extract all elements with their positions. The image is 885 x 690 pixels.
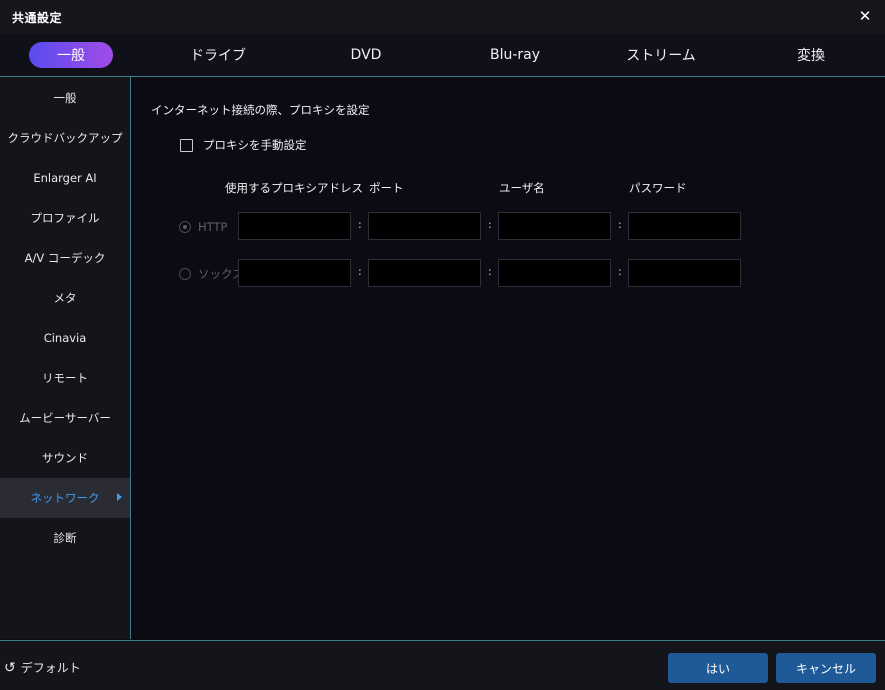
close-icon[interactable]: ✕	[855, 6, 875, 26]
manual-proxy-label: プロキシを手動設定	[203, 138, 307, 152]
column-header-port: ポート	[369, 181, 404, 195]
title-bar: 共通設定 ✕	[0, 0, 885, 34]
sidebar-item-label: クラウドバックアップ	[7, 131, 123, 145]
column-header-address: 使用するプロキシアドレス	[225, 181, 363, 195]
sidebar-item-label: メタ	[53, 291, 77, 305]
sidebar-item-cinavia[interactable]: Cinavia	[0, 318, 130, 358]
footer: ↺ デフォルト はい キャンセル	[0, 640, 885, 690]
sidebar: 一般 クラウドバックアップ Enlarger AI プロファイル A/V コーデ…	[0, 77, 131, 639]
tab-stream[interactable]: ストリーム	[616, 42, 706, 68]
ok-button[interactable]: はい	[668, 653, 768, 683]
http-address-input[interactable]	[238, 212, 351, 240]
socks-label: ソックス	[198, 267, 244, 281]
http-radio[interactable]	[179, 221, 191, 233]
tab-convert[interactable]: 変換	[771, 42, 851, 68]
tab-general[interactable]: 一般	[29, 42, 113, 68]
proxy-row-http[interactable]: HTTP	[179, 220, 227, 234]
manual-proxy-checkbox[interactable]	[180, 138, 193, 152]
sidebar-item-label: プロファイル	[30, 211, 100, 225]
socks-radio[interactable]	[179, 268, 191, 280]
network-settings-panel: インターネット接続の際、プロキシを設定 プロキシを手動設定 使用するプロキシアド…	[131, 77, 885, 639]
top-tabs: 一般 ドライブ DVD Blu-ray ストリーム 変換	[0, 34, 885, 77]
tab-dvd[interactable]: DVD	[326, 42, 406, 68]
tab-drive[interactable]: ドライブ	[178, 42, 258, 68]
chevron-right-icon	[117, 493, 122, 501]
socks-username-input[interactable]	[498, 259, 611, 287]
separator: :	[358, 218, 362, 231]
sidebar-item-label: サウンド	[42, 451, 88, 465]
window-title: 共通設定	[12, 10, 63, 25]
sidebar-item-label: 一般	[53, 91, 77, 105]
socks-address-input[interactable]	[238, 259, 351, 287]
http-password-input[interactable]	[628, 212, 741, 240]
proxy-row-socks[interactable]: ソックス	[179, 266, 244, 282]
column-header-username: ユーザ名	[499, 181, 545, 195]
reset-icon: ↺	[4, 659, 16, 676]
sidebar-item-label: 診断	[53, 531, 77, 545]
column-header-password: パスワード	[629, 181, 687, 195]
sidebar-item-sound[interactable]: サウンド	[0, 438, 130, 478]
http-port-input[interactable]	[368, 212, 481, 240]
separator: :	[358, 265, 362, 278]
sidebar-item-general[interactable]: 一般	[0, 78, 130, 118]
separator: :	[488, 218, 492, 231]
socks-port-input[interactable]	[368, 259, 481, 287]
section-heading: インターネット接続の際、プロキシを設定	[151, 103, 370, 117]
sidebar-item-meta[interactable]: メタ	[0, 278, 130, 318]
sidebar-item-label: Enlarger AI	[33, 171, 97, 185]
sidebar-item-label: ムービーサーバー	[19, 411, 111, 425]
default-label: デフォルト	[20, 661, 81, 675]
sidebar-item-cloud-backup[interactable]: クラウドバックアップ	[0, 118, 130, 158]
sidebar-item-profile[interactable]: プロファイル	[0, 198, 130, 238]
sidebar-item-enlarger-ai[interactable]: Enlarger AI	[0, 158, 130, 198]
socks-password-input[interactable]	[628, 259, 741, 287]
sidebar-item-label: リモート	[42, 371, 88, 385]
sidebar-item-label: ネットワーク	[30, 491, 100, 505]
sidebar-item-label: A/V コーデック	[24, 251, 106, 265]
sidebar-item-movie-server[interactable]: ムービーサーバー	[0, 398, 130, 438]
http-username-input[interactable]	[498, 212, 611, 240]
separator: :	[618, 218, 622, 231]
separator: :	[618, 265, 622, 278]
sidebar-item-av-codec[interactable]: A/V コーデック	[0, 238, 130, 278]
default-button[interactable]: ↺ デフォルト	[4, 659, 81, 676]
sidebar-item-remote[interactable]: リモート	[0, 358, 130, 398]
sidebar-item-network[interactable]: ネットワーク	[0, 478, 130, 518]
sidebar-item-label: Cinavia	[43, 331, 87, 345]
manual-proxy-option[interactable]: プロキシを手動設定	[180, 137, 307, 153]
cancel-button[interactable]: キャンセル	[776, 653, 876, 683]
separator: :	[488, 265, 492, 278]
sidebar-item-diagnostics[interactable]: 診断	[0, 518, 130, 558]
http-label: HTTP	[198, 220, 228, 234]
tab-bluray[interactable]: Blu-ray	[475, 42, 555, 68]
